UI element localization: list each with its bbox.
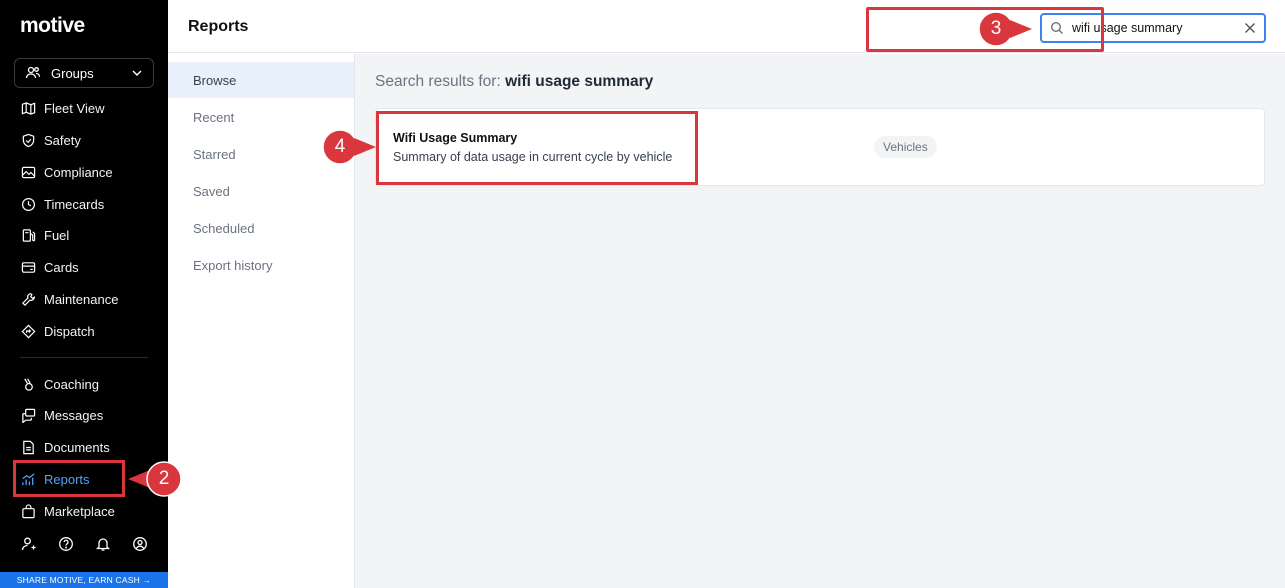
wrench-icon xyxy=(20,291,36,307)
clock-icon xyxy=(20,196,36,212)
chart-icon xyxy=(20,471,36,487)
sidebar: motive Groups Fleet View Safety Complian… xyxy=(0,0,168,588)
sidebar-footer-icons xyxy=(0,536,168,556)
account-icon[interactable] xyxy=(132,536,148,552)
whistle-icon xyxy=(20,376,36,392)
users-icon xyxy=(25,65,41,81)
subnav-item-scheduled[interactable]: Scheduled xyxy=(168,210,354,246)
sidebar-item-safety[interactable]: Safety xyxy=(20,130,81,150)
sidebar-item-compliance[interactable]: Compliance xyxy=(20,162,113,182)
sidebar-item-marketplace[interactable]: Marketplace xyxy=(20,501,115,521)
sidebar-item-label: Cards xyxy=(44,259,79,275)
search-results-area: Search results for: wifi usage summary W… xyxy=(355,54,1285,588)
sidebar-item-label: Marketplace xyxy=(44,503,115,519)
bell-icon[interactable] xyxy=(95,536,111,552)
subnav-item-browse[interactable]: Browse xyxy=(168,62,354,98)
sidebar-item-label: Fuel xyxy=(44,227,70,243)
sidebar-item-documents[interactable]: Documents xyxy=(20,437,110,457)
map-icon xyxy=(20,100,36,116)
close-icon[interactable] xyxy=(1244,22,1256,34)
sidebar-item-fleet-view[interactable]: Fleet View xyxy=(20,98,104,118)
search-input[interactable] xyxy=(1072,21,1244,35)
sidebar-item-label: Messages xyxy=(44,407,104,423)
result-description: Summary of data usage in current cycle b… xyxy=(393,150,673,164)
chat-icon xyxy=(20,407,36,423)
result-row[interactable]: Wifi Usage Summary Summary of data usage… xyxy=(375,108,1265,186)
fuel-icon xyxy=(20,227,36,243)
sidebar-item-label: Timecards xyxy=(44,196,105,212)
motive-logo[interactable]: motive xyxy=(20,14,85,38)
subnav-item-export-history[interactable]: Export history xyxy=(168,247,354,283)
groups-dropdown[interactable]: Groups xyxy=(14,58,154,88)
sidebar-item-label: Compliance xyxy=(44,164,113,180)
sidebar-item-label: Maintenance xyxy=(44,291,119,307)
help-icon[interactable] xyxy=(58,536,74,552)
sidebar-item-label: Fleet View xyxy=(44,100,105,116)
results-prefix: Search results for: xyxy=(375,73,501,90)
result-name[interactable]: Wifi Usage Summary xyxy=(393,131,517,145)
sidebar-item-reports[interactable]: Reports xyxy=(20,469,90,489)
results-heading: Search results for: wifi usage summary xyxy=(375,73,653,91)
shield-icon xyxy=(20,132,36,148)
card-icon xyxy=(20,259,36,275)
results-query: wifi usage summary xyxy=(505,73,654,90)
sidebar-item-messages[interactable]: Messages xyxy=(20,405,103,425)
sidebar-item-coaching[interactable]: Coaching xyxy=(20,374,99,394)
user-settings-icon[interactable] xyxy=(21,536,37,552)
search-box[interactable] xyxy=(1040,13,1266,43)
sidebar-item-dispatch[interactable]: Dispatch xyxy=(20,321,95,341)
sidebar-item-cards[interactable]: Cards xyxy=(20,257,79,277)
bag-icon xyxy=(20,503,36,519)
document-icon xyxy=(20,439,36,455)
page-title: Reports xyxy=(188,18,249,35)
search-icon xyxy=(1050,21,1064,35)
pin-icon xyxy=(20,323,36,339)
sidebar-item-label: Safety xyxy=(44,132,81,148)
sidebar-item-label: Coaching xyxy=(44,376,99,392)
sidebar-item-label: Dispatch xyxy=(44,323,95,339)
sidebar-item-maintenance[interactable]: Maintenance xyxy=(20,289,118,309)
sidebar-item-label: Reports xyxy=(44,471,90,487)
share-motive-banner[interactable]: SHARE MOTIVE, EARN CASH → xyxy=(0,572,168,588)
subnav-item-saved[interactable]: Saved xyxy=(168,173,354,209)
sidebar-item-timecards[interactable]: Timecards xyxy=(20,194,104,214)
category-tag: Vehicles xyxy=(874,136,937,158)
sidebar-item-fuel[interactable]: Fuel xyxy=(20,225,69,245)
groups-label: Groups xyxy=(51,65,94,81)
image-icon xyxy=(20,164,36,180)
sidebar-item-label: Documents xyxy=(44,439,110,455)
subnav-item-recent[interactable]: Recent xyxy=(168,99,354,135)
chevron-down-icon xyxy=(131,67,143,79)
subnav-item-starred[interactable]: Starred xyxy=(168,136,354,172)
page-header: Reports xyxy=(168,0,1285,53)
sidebar-divider xyxy=(20,357,148,358)
reports-subnav: Browse Recent Starred Saved Scheduled Ex… xyxy=(168,54,355,588)
